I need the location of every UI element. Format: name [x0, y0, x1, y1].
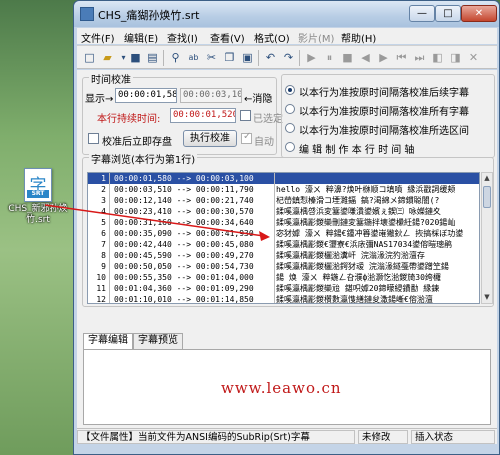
red-pointer-arrow	[44, 204, 270, 241]
